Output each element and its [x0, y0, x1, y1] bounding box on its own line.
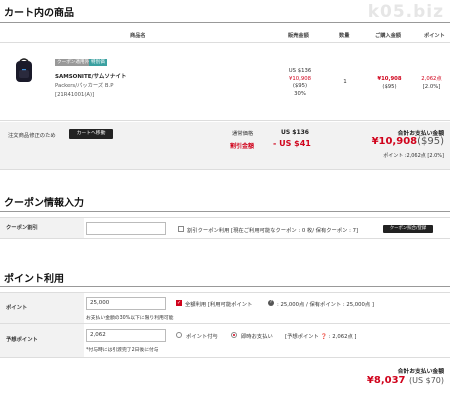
buy-yen: ¥10,908: [377, 76, 402, 82]
go-to-cart-button[interactable]: カートへ移動: [69, 129, 113, 139]
price-usd-sub: ($95): [292, 83, 308, 89]
planned-point-input[interactable]: 2,062: [86, 329, 166, 342]
planned-points-info: [予想ポイント ❓ : 2,062点 ]: [285, 334, 357, 340]
final-total-yen: ¥8,037: [366, 375, 406, 386]
sale-price-cell: US $136 ¥10,908 ($95) 30%: [270, 68, 330, 98]
use-all-points-info: : 25,000点 / 保有ポイント : 25,000点 ]: [277, 302, 374, 308]
final-total-value: ¥8,037 (US $70): [367, 375, 444, 386]
product-name[interactable]: Packers/パッカーズ B.P: [55, 81, 113, 89]
radio-grant-points[interactable]: [176, 332, 182, 338]
header-sale-price: 販売金額: [288, 33, 309, 39]
price-yen: ¥10,908: [289, 75, 311, 82]
points-cell: 2,062点 [2.0%]: [415, 76, 448, 91]
coupon-label: クーポン割引: [0, 218, 84, 238]
section-divider: [0, 211, 450, 212]
total-yen: ¥10,908: [371, 136, 418, 147]
product-image[interactable]: [14, 57, 34, 83]
planned-label: 予想ポイント: [0, 324, 84, 357]
coupon-checkbox[interactable]: [178, 226, 184, 232]
points-row: ポイント 25,000 ✓ 全額利用 [利用可能ポイント ? : 25,000点…: [0, 292, 450, 324]
product-brand[interactable]: SAMSONITE/サムソナイト: [55, 72, 126, 80]
modify-note: 注文商品修正のため: [8, 133, 56, 139]
discount-value: - US $41: [273, 139, 311, 148]
header-qty: 数量: [339, 33, 350, 39]
item-point-rate: [2.0%]: [422, 83, 441, 90]
normal-price-value: US $136: [281, 129, 309, 136]
cart-item-row: クーポン適用外 特別価 SAMSONITE/サムソナイト Packers/パッカ…: [0, 43, 450, 121]
use-all-checkbox[interactable]: ✓: [176, 300, 182, 306]
points-section-title: ポイント利用: [4, 274, 64, 285]
planned-note: *付与時には引渡完了2日後に付与: [86, 348, 159, 353]
tag-special-price: 特別価: [89, 59, 107, 66]
section-divider: [0, 286, 450, 287]
discount-rate: 30%: [294, 90, 306, 97]
radio-instant-label: 即時お支払い: [241, 334, 273, 340]
radio-grant-label: ポイント付与: [186, 334, 218, 340]
planned-points-row: 予想ポイント 2,062 ポイント付与 即時お支払い [予想ポイント ❓ : 2…: [0, 324, 450, 358]
product-code: [21R41001(A)]: [55, 92, 95, 98]
total-points: ポイント :2,062点 [2.0%]: [383, 153, 444, 159]
point-warning: お支払い金額の30%以下に限り利用可能: [86, 316, 174, 321]
cart-table-header: 商品名 販売金額 数量 ご購入金額 ポイント: [0, 27, 450, 43]
price-usd: US $136: [288, 68, 312, 74]
point-input[interactable]: 25,000: [86, 297, 166, 310]
final-total-label: 合計お支払い金額: [397, 369, 444, 375]
purchase-amount-cell: ¥10,908 ($95): [362, 76, 417, 91]
tag-coupon-excluded: クーポン適用外: [55, 59, 92, 66]
final-total-usd: (US $70): [409, 376, 444, 385]
cart-summary: 注文商品修正のため カートへ移動 通常価格 US $136 割引金額 - US …: [0, 122, 450, 170]
quantity: 1: [343, 79, 347, 85]
buy-usd: ($95): [382, 83, 397, 90]
coupon-section-title: クーポン情報入力: [4, 198, 84, 209]
discount-label: 割引金額: [230, 143, 255, 150]
item-points: 2,062点: [421, 76, 442, 82]
watermark: k05.biz: [367, 2, 444, 22]
header-points: ポイント: [424, 33, 445, 39]
total-usd: ($95): [417, 136, 444, 147]
section-divider: [0, 22, 450, 23]
coupon-verify-button[interactable]: クーポン照合/登録: [383, 225, 433, 233]
coupon-input[interactable]: [86, 222, 166, 235]
final-total: 合計お支払い金額 ¥8,037 (US $70): [0, 358, 450, 393]
total-value: ¥10,908($95): [372, 136, 444, 147]
point-label: ポイント: [0, 293, 84, 323]
header-purchase-amount: ご購入金額: [375, 33, 401, 39]
radio-instant-pay[interactable]: [231, 332, 237, 338]
normal-price-label: 通常価格: [232, 131, 254, 137]
header-product: 商品名: [130, 33, 146, 39]
use-all-label: 全額利用 [利用可能ポイント: [185, 302, 253, 308]
coupon-row: クーポン割引 割引クーポン利用 [現在ご利用可能なクーポン : 0 枚/ 保有ク…: [0, 217, 450, 239]
help-icon[interactable]: ?: [268, 300, 274, 306]
cart-section-title: カート内の商品: [4, 8, 74, 19]
coupon-checkbox-label: 割引クーポン利用 [現在ご利用可能なクーポン : 0 枚/ 保有クーポン : 7…: [187, 228, 359, 234]
